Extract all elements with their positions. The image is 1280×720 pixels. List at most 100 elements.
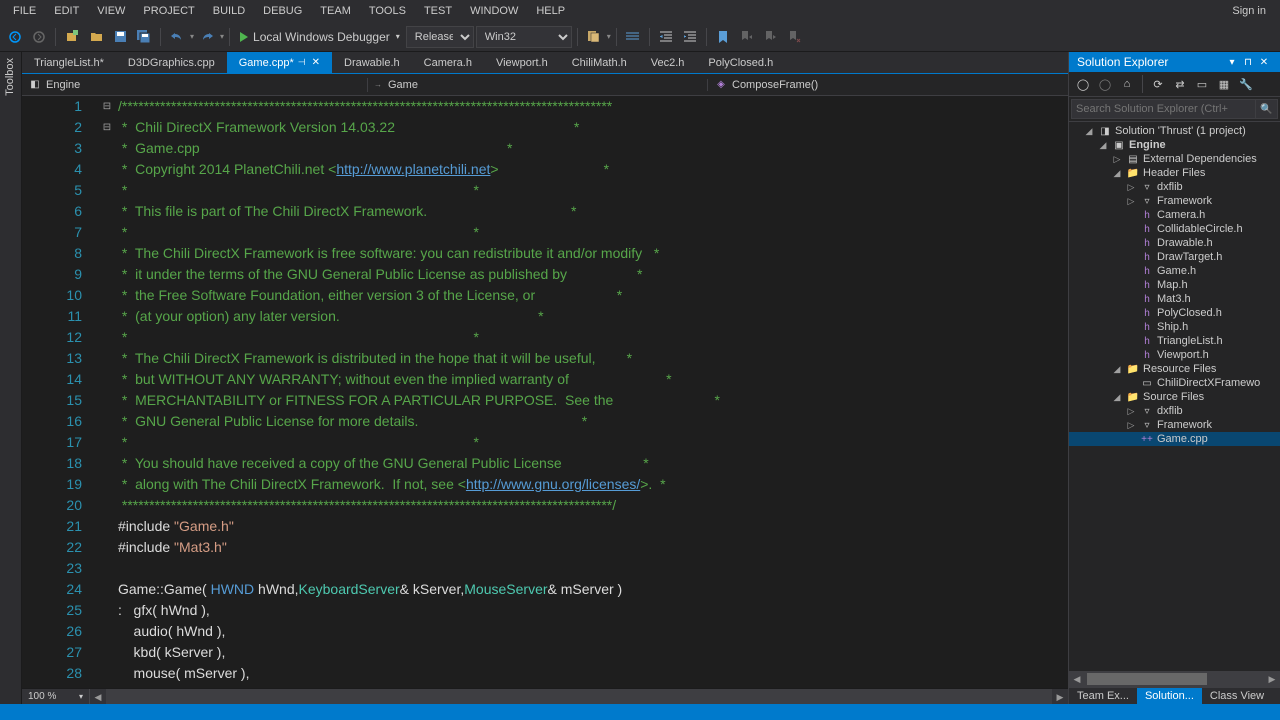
menu-project[interactable]: PROJECT [134, 2, 203, 20]
expand-icon[interactable]: ▷ [1125, 420, 1137, 431]
scope-dropdown[interactable]: ◧ Engine [22, 78, 368, 92]
tree-node-trianglelist-h[interactable]: hTriangleList.h [1069, 334, 1280, 348]
expand-icon[interactable]: ▷ [1125, 406, 1137, 417]
menu-test[interactable]: TEST [415, 2, 461, 20]
tree-node-game-cpp[interactable]: ++Game.cpp [1069, 432, 1280, 446]
config-select[interactable]: Release [406, 26, 474, 48]
solution-search-input[interactable] [1071, 99, 1256, 119]
panel-menu-button[interactable]: ▾ [1224, 57, 1240, 68]
se-sync-button[interactable]: ⇄ [1170, 74, 1190, 94]
menu-window[interactable]: WINDOW [461, 2, 527, 20]
forward-button[interactable] [28, 26, 50, 48]
tab-chilimath-h[interactable]: ChiliMath.h [560, 52, 639, 73]
tree-node-polyclosed-h[interactable]: hPolyClosed.h [1069, 306, 1280, 320]
tab-drawable-h[interactable]: Drawable.h [332, 52, 412, 73]
solution-search-button[interactable]: 🔍 [1256, 99, 1278, 119]
comment-button[interactable] [622, 26, 644, 48]
expand-icon[interactable]: ◢ [1111, 168, 1123, 179]
solution-tree[interactable]: ◢◨Solution 'Thrust' (1 project)◢▣Engine▷… [1069, 122, 1280, 671]
zoom-dropdown[interactable]: 100 %▾ [22, 689, 90, 704]
tab-vec2-h[interactable]: Vec2.h [639, 52, 697, 73]
se-refresh-button[interactable]: ⟳ [1148, 74, 1168, 94]
tree-node-source-files[interactable]: ◢📁Source Files [1069, 390, 1280, 404]
expand-icon[interactable]: ◢ [1097, 140, 1109, 151]
expand-icon[interactable]: ▷ [1125, 196, 1137, 207]
redo-button[interactable] [196, 26, 218, 48]
expand-icon[interactable]: ▷ [1125, 182, 1137, 193]
tree-node-framework[interactable]: ▷▿Framework [1069, 418, 1280, 432]
tab-polyclosed-h[interactable]: PolyClosed.h [696, 52, 785, 73]
expand-icon[interactable]: ▷ [1111, 154, 1123, 165]
menu-view[interactable]: VIEW [88, 2, 134, 20]
se-properties-button[interactable]: 🔧 [1236, 74, 1256, 94]
panel-hscroll[interactable]: ◀ ▶ [1069, 671, 1280, 687]
tree-node-dxflib[interactable]: ▷▿dxflib [1069, 180, 1280, 194]
se-home-button[interactable]: ⌂ [1117, 74, 1137, 94]
tab-trianglelist-h[interactable]: TriangleList.h* [22, 52, 116, 73]
undo-button[interactable] [166, 26, 188, 48]
save-button[interactable] [109, 26, 131, 48]
se-forward-button[interactable]: ◯ [1095, 74, 1115, 94]
menu-tools[interactable]: TOOLS [360, 2, 415, 20]
se-showall-button[interactable]: ▦ [1214, 74, 1234, 94]
menu-edit[interactable]: EDIT [45, 2, 88, 20]
se-collapse-button[interactable]: ▭ [1192, 74, 1212, 94]
menu-debug[interactable]: DEBUG [254, 2, 311, 20]
new-project-button[interactable] [61, 26, 83, 48]
tree-node-game-h[interactable]: hGame.h [1069, 264, 1280, 278]
expand-icon[interactable]: ◢ [1111, 392, 1123, 403]
next-bookmark-button[interactable] [760, 26, 782, 48]
tree-node-framework[interactable]: ▷▿Framework [1069, 194, 1280, 208]
tree-node-solution--thrust---1-project-[interactable]: ◢◨Solution 'Thrust' (1 project) [1069, 124, 1280, 138]
tab-game-cpp[interactable]: Game.cpp*⊣✕ [227, 52, 332, 73]
menu-build[interactable]: BUILD [204, 2, 254, 20]
tree-node-drawable-h[interactable]: hDrawable.h [1069, 236, 1280, 250]
horizontal-scrollbar[interactable] [106, 689, 1052, 704]
tab-camera-h[interactable]: Camera.h [412, 52, 484, 73]
tree-node-header-files[interactable]: ◢📁Header Files [1069, 166, 1280, 180]
tree-node-dxflib[interactable]: ▷▿dxflib [1069, 404, 1280, 418]
panel-titlebar[interactable]: Solution Explorer ▾ ⊓ ✕ [1069, 52, 1280, 72]
tree-node-collidablecircle-h[interactable]: hCollidableCircle.h [1069, 222, 1280, 236]
expand-icon[interactable]: ◢ [1083, 126, 1095, 137]
panel-pin-button[interactable]: ⊓ [1240, 57, 1256, 68]
menu-help[interactable]: HELP [527, 2, 574, 20]
panel-tab-classview[interactable]: Class View [1202, 688, 1272, 704]
tab-pin-icon[interactable]: ⊣ [298, 57, 306, 68]
expand-icon[interactable]: ◢ [1111, 364, 1123, 375]
tree-node-ship-h[interactable]: hShip.h [1069, 320, 1280, 334]
back-button[interactable] [4, 26, 26, 48]
panel-tab-solution[interactable]: Solution... [1137, 688, 1202, 704]
tree-node-mat3-h[interactable]: hMat3.h [1069, 292, 1280, 306]
tree-node-external-dependencies[interactable]: ▷▤External Dependencies [1069, 152, 1280, 166]
save-all-button[interactable] [133, 26, 155, 48]
panel-close-button[interactable]: ✕ [1256, 57, 1272, 68]
tree-node-chilidirectxframewo[interactable]: ▭ChiliDirectXFramewo [1069, 376, 1280, 390]
type-dropdown[interactable]: → Game [368, 79, 708, 91]
tree-node-engine[interactable]: ◢▣Engine [1069, 138, 1280, 152]
folding-column[interactable]: ⊟⊟ [98, 96, 116, 704]
tree-node-camera-h[interactable]: hCamera.h [1069, 208, 1280, 222]
prev-bookmark-button[interactable] [736, 26, 758, 48]
tree-node-resource-files[interactable]: ◢📁Resource Files [1069, 362, 1280, 376]
signin-link[interactable]: Sign in [1222, 5, 1276, 17]
indent-less-button[interactable] [655, 26, 677, 48]
indent-more-button[interactable] [679, 26, 701, 48]
bookmark-button[interactable] [712, 26, 734, 48]
tab-close-icon[interactable]: ✕ [312, 57, 320, 68]
tree-node-map-h[interactable]: hMap.h [1069, 278, 1280, 292]
panel-tab-teamex[interactable]: Team Ex... [1069, 688, 1137, 704]
menu-file[interactable]: FILE [4, 2, 45, 20]
tree-node-drawtarget-h[interactable]: hDrawTarget.h [1069, 250, 1280, 264]
tree-node-viewport-h[interactable]: hViewport.h [1069, 348, 1280, 362]
menu-team[interactable]: TEAM [311, 2, 360, 20]
find-in-files-button[interactable] [583, 26, 605, 48]
tab-d3dgraphics-cpp[interactable]: D3DGraphics.cpp [116, 52, 227, 73]
tab-viewport-h[interactable]: Viewport.h [484, 52, 560, 73]
toolbox-tab[interactable]: Toolbox [0, 52, 20, 102]
open-file-button[interactable] [85, 26, 107, 48]
start-debug-button[interactable]: Local Windows Debugger ▾ [235, 28, 404, 46]
clear-bookmarks-button[interactable] [784, 26, 806, 48]
se-back-button[interactable]: ◯ [1073, 74, 1093, 94]
platform-select[interactable]: Win32 [476, 26, 572, 48]
